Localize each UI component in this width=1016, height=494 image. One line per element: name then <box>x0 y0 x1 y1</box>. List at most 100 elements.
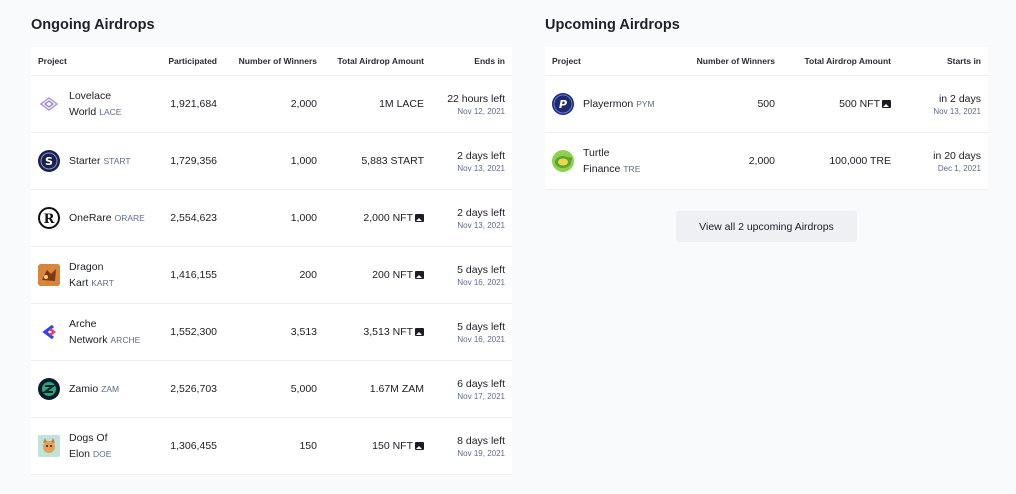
end-date: Nov 17, 2021 <box>457 391 505 401</box>
project-cell[interactable]: P Playermon PYM <box>552 76 655 132</box>
nft-image-icon <box>415 328 424 336</box>
project-cell[interactable]: Zamio ZAM <box>38 361 119 417</box>
turtle-finance-logo-icon <box>552 150 574 172</box>
upcoming-title: Upcoming Airdrops <box>545 17 680 33</box>
svg-text:P: P <box>559 98 567 111</box>
upcoming-table-header: Project Number of Winners Total Airdrop … <box>545 47 988 76</box>
ongoing-table: Project Participated Number of Winners T… <box>31 47 512 475</box>
winners-value: 500 <box>757 98 775 110</box>
zamio-logo-icon <box>38 378 60 400</box>
project-cell[interactable]: Dogs Of Elon DOE <box>38 418 111 474</box>
table-row[interactable]: Arche Network ARCHE 1,552,300 3,513 3,513… <box>31 304 512 361</box>
ends-in-cell: 2 days left Nov 13, 2021 <box>457 133 505 189</box>
project-cell[interactable]: Lovelace World LACE <box>38 76 121 132</box>
project-cell[interactable]: Arche Network ARCHE <box>38 304 140 360</box>
participated-value: 2,526,703 <box>170 383 217 395</box>
table-row[interactable]: Dogs Of Elon DOE 1,306,455 150 150 NFT 8 … <box>31 418 512 475</box>
project-name: Turtle Finance TRE <box>583 147 641 175</box>
time-left: 5 days left <box>457 320 505 333</box>
table-row[interactable]: Lovelace World LACE 1,921,684 2,000 1M LA… <box>31 76 512 133</box>
participated-value: 1,552,300 <box>170 326 217 338</box>
participated-value: 1,416,155 <box>170 269 217 281</box>
header-amount: Total Airdrop Amount <box>804 56 891 66</box>
time-left: 22 hours left <box>447 92 505 105</box>
table-row[interactable]: Turtle Finance TRE 2,000 100,000 TRE in 2… <box>545 133 988 190</box>
ends-in-cell: 6 days left Nov 17, 2021 <box>457 361 505 417</box>
dragon-kart-logo-icon <box>38 264 60 286</box>
time-until-start: in 2 days <box>938 92 981 105</box>
header-amount: Total Airdrop Amount <box>337 56 424 66</box>
ends-in-cell: 5 days left Nov 16, 2021 <box>457 304 505 360</box>
end-date: Nov 13, 2021 <box>457 163 505 173</box>
winners-value: 1,000 <box>290 155 317 167</box>
dogs-of-elon-logo-icon <box>38 435 60 457</box>
header-project: Project <box>552 56 581 66</box>
ends-in-cell: 22 hours left Nov 12, 2021 <box>447 76 505 132</box>
arche-logo-icon <box>38 321 60 343</box>
winners-value: 5,000 <box>290 383 317 395</box>
starts-in-cell: in 20 days Dec 1, 2021 <box>933 133 981 189</box>
header-project: Project <box>38 56 67 66</box>
nft-image-icon <box>415 214 424 222</box>
start-date: Dec 1, 2021 <box>937 163 981 173</box>
svg-text:R: R <box>44 212 55 227</box>
project-symbol: KART <box>91 278 114 288</box>
nft-image-icon <box>415 442 424 450</box>
participated-value: 1,729,356 <box>170 155 217 167</box>
amount-value: 1.67M ZAM <box>369 383 424 395</box>
header-starts-in: Starts in <box>946 56 981 66</box>
time-left: 5 days left <box>457 263 505 276</box>
starts-in-cell: in 2 days Nov 13, 2021 <box>933 76 981 132</box>
table-row[interactable]: P Playermon PYM 500 500 NFT in 2 days Nov … <box>545 76 988 133</box>
amount-value: 3,513 NFT <box>363 304 424 360</box>
time-left: 2 days left <box>457 206 505 219</box>
winners-value: 1,000 <box>290 212 317 224</box>
header-winners: Number of Winners <box>238 56 317 66</box>
amount-value: 1M LACE <box>379 98 424 110</box>
project-symbol: LACE <box>99 107 122 117</box>
time-left: 6 days left <box>457 377 505 390</box>
table-row[interactable]: S Starter START 1,729,356 1,000 5,883 STA… <box>31 133 512 190</box>
project-symbol: ARCHE <box>110 335 141 345</box>
participated-value: 2,554,623 <box>170 212 217 224</box>
project-cell[interactable]: Dragon Kart KART <box>38 247 114 303</box>
lovelace-logo-icon <box>38 93 60 115</box>
participated-value: 1,921,684 <box>170 98 217 110</box>
time-until-start: in 20 days <box>933 149 981 162</box>
time-left: 2 days left <box>457 149 505 162</box>
project-symbol: ZAM <box>101 384 120 394</box>
ongoing-table-header: Project Participated Number of Winners T… <box>31 47 512 76</box>
amount-value: 200 NFT <box>372 247 424 303</box>
amount-value: 100,000 TRE <box>829 155 891 167</box>
header-ends-in: Ends in <box>474 56 505 66</box>
project-symbol: PYM <box>636 99 655 109</box>
header-winners: Number of Winners <box>696 56 775 66</box>
project-cell[interactable]: S Starter START <box>38 133 131 189</box>
project-symbol: DOE <box>93 449 112 459</box>
nft-image-icon <box>415 271 424 279</box>
view-all-upcoming-button[interactable]: View all 2 upcoming Airdrops <box>676 211 857 242</box>
project-symbol: ORARE <box>114 213 145 223</box>
project-name: Playermon PYM <box>583 98 655 110</box>
amount-value: 5,883 START <box>361 155 424 167</box>
time-left: 8 days left <box>457 434 505 447</box>
table-row[interactable]: Dragon Kart KART 1,416,155 200 200 NFT 5 … <box>31 247 512 304</box>
project-name: Dogs Of Elon DOE <box>69 432 112 460</box>
project-name: OneRare ORARE <box>69 212 145 224</box>
end-date: Nov 12, 2021 <box>457 106 505 116</box>
amount-value: 500 NFT <box>839 76 891 132</box>
winners-value: 200 <box>299 269 317 281</box>
playermon-logo-icon: P <box>552 93 574 115</box>
upcoming-table: Project Number of Winners Total Airdrop … <box>545 47 988 190</box>
amount-value: 150 NFT <box>372 418 424 474</box>
end-date: Nov 13, 2021 <box>457 220 505 230</box>
table-row[interactable]: Zamio ZAM 2,526,703 5,000 1.67M ZAM 6 day… <box>31 361 512 418</box>
project-cell[interactable]: Turtle Finance TRE <box>552 133 640 189</box>
project-name: Starter START <box>69 155 131 167</box>
table-row[interactable]: R OneRare ORARE 2,554,623 1,000 2,000 NFT… <box>31 190 512 247</box>
project-cell[interactable]: R OneRare ORARE <box>38 190 145 246</box>
start-date: Nov 13, 2021 <box>933 106 981 116</box>
project-name: Lovelace World LACE <box>69 90 122 118</box>
onerare-logo-icon: R <box>38 207 60 229</box>
header-participated: Participated <box>168 56 217 66</box>
